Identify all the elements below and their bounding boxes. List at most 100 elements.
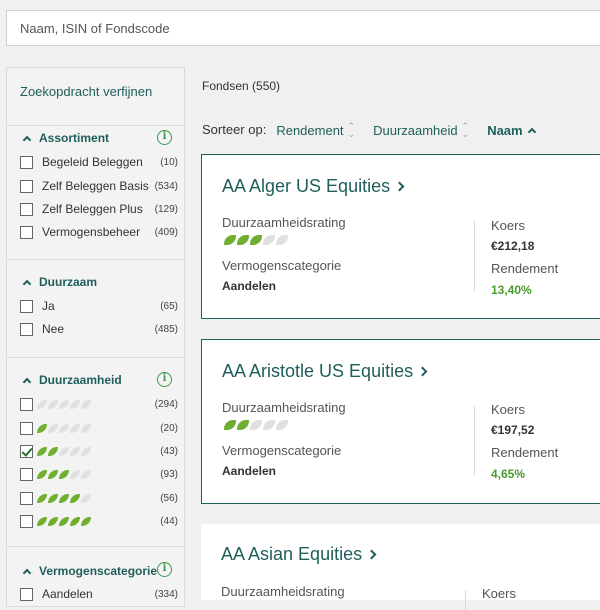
option-count: (409): [154, 226, 178, 238]
checkbox[interactable]: [20, 587, 33, 601]
filter-option-rating[interactable]: (44): [20, 513, 178, 529]
koers-value: €197,52: [491, 423, 535, 437]
option-label: Nee: [42, 322, 65, 336]
checkbox[interactable]: [20, 299, 33, 313]
checkbox[interactable]: [20, 179, 33, 193]
filter-heading-label: Duurzaamheid: [39, 373, 122, 387]
sort-option-naam[interactable]: Naam: [487, 122, 536, 138]
leaf-icon: [81, 399, 91, 409]
option-count: (334): [154, 588, 178, 600]
leaf-rating-icon: [37, 493, 92, 503]
fund-card[interactable]: AA Alger US Equities Duurzaamheidsrating…: [201, 154, 600, 319]
filter-option[interactable]: Ja (65): [20, 298, 178, 314]
leaf-icon: [250, 235, 262, 245]
leaf-icon: [48, 469, 58, 479]
leaf-icon: [81, 423, 91, 433]
category-value: Aandelen: [222, 464, 277, 478]
leaf-icon: [70, 493, 80, 503]
leaf-icon: [48, 493, 58, 503]
rendement-label: Rendement: [491, 445, 559, 460]
leaf-icon: [37, 493, 47, 503]
checkbox[interactable]: [20, 467, 33, 481]
option-count: (43): [160, 445, 178, 457]
rendement-value: 4,65%: [491, 467, 526, 481]
checkbox[interactable]: [20, 514, 33, 528]
leaf-icon: [48, 446, 58, 456]
option-count: (93): [160, 468, 178, 480]
leaf-rating-icon: [37, 446, 92, 456]
filter-option[interactable]: Nee (485): [20, 321, 178, 337]
checkbox[interactable]: [20, 397, 33, 411]
sort-arrows-icon: ⌃ ⌄: [347, 121, 356, 139]
leaf-icon: [48, 516, 58, 526]
option-count: (65): [160, 300, 178, 312]
fund-title-link[interactable]: AA Asian Equities: [221, 544, 377, 565]
leaf-rating-icon: [37, 423, 92, 433]
info-icon[interactable]: i: [157, 372, 172, 387]
leaf-icon: [37, 469, 47, 479]
search-input[interactable]: [6, 10, 600, 46]
checkbox[interactable]: [20, 444, 33, 458]
sidebar-title: Zoekopdracht verfijnen: [20, 84, 153, 99]
checkbox[interactable]: [20, 491, 33, 505]
fund-title-link[interactable]: AA Aristotle US Equities: [222, 361, 428, 382]
leaf-icon: [48, 399, 58, 409]
chevron-up-icon: [22, 377, 32, 386]
sort-arrows-icon: ⌃ ⌄: [461, 121, 470, 139]
checkbox[interactable]: [20, 202, 33, 216]
checkbox[interactable]: [20, 225, 33, 239]
leaf-icon: [237, 235, 249, 245]
leaf-icon: [81, 493, 91, 503]
option-label: Zelf Beleggen Plus: [42, 202, 143, 216]
sort-option-rendement[interactable]: Rendement ⌃ ⌄: [276, 121, 356, 139]
sort-option-duurzaamheid[interactable]: Duurzaamheid ⌃ ⌄: [373, 121, 470, 139]
rendement-value: 13,40%: [491, 283, 532, 297]
checkbox[interactable]: [20, 322, 33, 336]
sort-option-label: Duurzaamheid: [373, 122, 458, 138]
checkbox[interactable]: [20, 421, 33, 435]
leaf-icon: [70, 423, 80, 433]
filter-heading-label: Vermogenscategorie: [39, 564, 158, 578]
category-label: Vermogenscategorie: [222, 258, 342, 273]
info-icon[interactable]: i: [157, 130, 172, 145]
divider: [7, 259, 184, 260]
filter-option-rating[interactable]: (93): [20, 466, 178, 482]
fund-title-link[interactable]: AA Alger US Equities: [222, 176, 405, 197]
leaf-icon: [48, 423, 58, 433]
leaf-rating-icon: [37, 399, 92, 409]
koers-label: Koers: [482, 586, 516, 601]
filter-heading-assortiment[interactable]: Assortiment: [22, 131, 110, 145]
filter-heading-duurzaam[interactable]: Duurzaam: [22, 275, 98, 289]
filter-option[interactable]: Zelf Beleggen Plus (129): [20, 201, 178, 217]
leaf-icon: [59, 423, 69, 433]
info-icon[interactable]: i: [157, 562, 172, 577]
leaf-icon: [263, 235, 275, 245]
filter-heading-vermogenscategorie[interactable]: Vermogenscategorie: [22, 564, 158, 578]
option-label: Vermogensbeheer: [42, 225, 141, 239]
leaf-icon: [224, 235, 236, 245]
filter-option[interactable]: Begeleid Beleggen (10): [20, 154, 178, 170]
filter-heading-label: Duurzaam: [39, 275, 98, 289]
filter-option-rating[interactable]: (56): [20, 490, 178, 506]
fund-card[interactable]: AA Aristotle US Equities Duurzaamheidsra…: [201, 339, 600, 504]
sustainability-rating: [224, 235, 289, 245]
filter-option-rating[interactable]: (43): [20, 443, 178, 459]
chevron-up-icon: [527, 127, 536, 137]
leaf-icon: [59, 399, 69, 409]
filter-option-rating[interactable]: (20): [20, 420, 178, 436]
chevron-right-icon: [366, 549, 377, 560]
fund-card[interactable]: AA Asian Equities Duurzaamheidsrating Ko…: [201, 524, 600, 610]
filter-sidebar: Zoekopdracht verfijnen Assortiment i Beg…: [6, 67, 185, 607]
filter-option[interactable]: Vermogensbeheer (409): [20, 224, 178, 240]
chevron-up-icon: [22, 135, 32, 144]
leaf-icon: [276, 420, 288, 430]
filter-heading-label: Assortiment: [39, 131, 110, 145]
rating-label: Duurzaamheidsrating: [221, 584, 345, 599]
filter-heading-duurzaamheid[interactable]: Duurzaamheid: [22, 373, 122, 387]
chevron-right-icon: [417, 366, 428, 377]
chevron-up-icon: [22, 568, 32, 577]
filter-option[interactable]: Zelf Beleggen Basis (534): [20, 178, 178, 194]
checkbox[interactable]: [20, 155, 33, 169]
filter-option-rating[interactable]: (294): [20, 396, 178, 412]
divider: [7, 357, 184, 358]
